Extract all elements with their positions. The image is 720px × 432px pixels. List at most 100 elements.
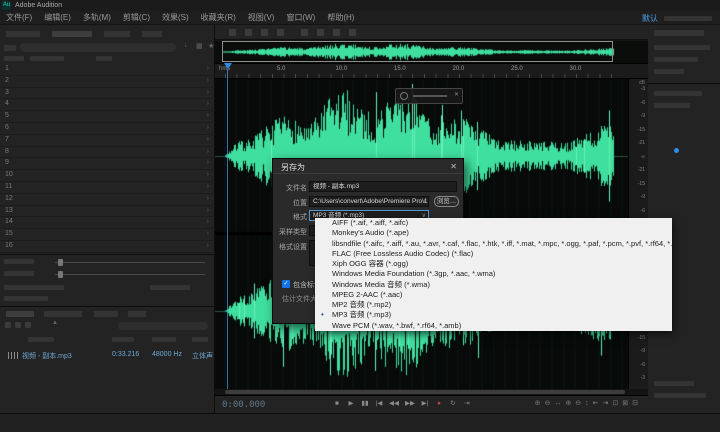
dialog-close-icon[interactable]: ✕: [450, 162, 457, 171]
open-file-icon[interactable]: [5, 322, 11, 328]
slot-arrow-icon[interactable]: ›: [207, 89, 209, 96]
slot-arrow-icon[interactable]: ›: [207, 207, 209, 214]
pause-button[interactable]: ▮▮: [361, 399, 369, 409]
volume-hud[interactable]: ✕: [395, 88, 463, 104]
spot-heal-tool-icon[interactable]: [301, 29, 308, 36]
slot-arrow-icon[interactable]: ›: [207, 195, 209, 202]
mix-slider-1-handle[interactable]: [58, 259, 63, 266]
zoom-full-button[interactable]: ⊟: [632, 399, 638, 409]
hud-slider[interactable]: [413, 95, 447, 97]
skip-to-end-button[interactable]: ▶|: [421, 399, 429, 409]
tab-media-browser[interactable]: [44, 311, 82, 317]
effects-rack-slot[interactable]: 14 ›: [0, 217, 215, 229]
mix-slider-2-handle[interactable]: [58, 271, 63, 278]
slot-arrow-icon[interactable]: ›: [207, 100, 209, 107]
tab-markers-panel[interactable]: [94, 311, 118, 317]
tab-favorites[interactable]: [104, 31, 130, 37]
preset-field[interactable]: [20, 43, 176, 52]
slot-arrow-icon[interactable]: ›: [207, 171, 209, 178]
effects-rack-slot[interactable]: 11 ›: [0, 182, 215, 194]
paintbrush-tool-icon[interactable]: [317, 29, 324, 36]
effects-rack-slot[interactable]: 1 ›: [0, 64, 215, 76]
new-file-icon[interactable]: [25, 322, 31, 328]
sort-icon[interactable]: ▲: [52, 320, 58, 326]
grid-icon[interactable]: ▦: [196, 42, 203, 50]
hud-close-icon[interactable]: ✕: [454, 91, 459, 98]
slot-arrow-icon[interactable]: ›: [207, 148, 209, 155]
format-option[interactable]: • AIFF (*.aif, *.aiff, *.aifc): [315, 218, 672, 228]
zoom-in-h-button[interactable]: ⊕: [565, 399, 571, 409]
col-header-duration[interactable]: [112, 337, 134, 342]
import-icon[interactable]: ↓: [184, 42, 188, 49]
format-option[interactable]: • Windows Media Foundation (*.3gp, *.aac…: [315, 269, 672, 279]
effects-rack-slot[interactable]: 7 ›: [0, 135, 215, 147]
effects-rack-slot[interactable]: 12 ›: [0, 194, 215, 206]
slot-arrow-icon[interactable]: ›: [207, 124, 209, 131]
playhead-marker[interactable]: [224, 63, 232, 69]
slot-arrow-icon[interactable]: ›: [207, 218, 209, 225]
slot-arrow-icon[interactable]: ›: [207, 136, 209, 143]
format-option[interactable]: • MP3 音频 (*.mp3): [315, 310, 672, 320]
zoom-reset-button[interactable]: ⊠: [622, 399, 628, 409]
tab-markers[interactable]: [142, 31, 162, 37]
playhead-line[interactable]: [227, 69, 228, 389]
col-header-samplerate[interactable]: [152, 337, 176, 342]
effects-rack-slot[interactable]: 2 ›: [0, 76, 215, 88]
zoom-out-button[interactable]: ⊖: [545, 399, 551, 409]
import-file-icon[interactable]: [15, 322, 21, 328]
skip-to-start-button[interactable]: |◀: [375, 399, 383, 409]
format-option[interactable]: • Monkey's Audio (*.ape): [315, 228, 672, 238]
slot-arrow-icon[interactable]: ›: [207, 65, 209, 72]
effects-rack-slot[interactable]: 5 ›: [0, 111, 215, 123]
favorite-star-icon[interactable]: ★: [208, 42, 214, 50]
selection-tool-icon[interactable]: [277, 29, 284, 36]
slot-arrow-icon[interactable]: ›: [207, 242, 209, 249]
format-option[interactable]: • FLAC (Free Lossless Audio Codec) (*.fl…: [315, 249, 672, 259]
loop-button[interactable]: ↻: [449, 399, 457, 409]
include-markers-checkbox[interactable]: ✓: [282, 280, 290, 288]
menu-item[interactable]: 编辑(E): [38, 11, 77, 25]
browse-button[interactable]: 浏览…: [434, 196, 459, 207]
right-panel-tab[interactable]: [654, 30, 704, 36]
chevron-down-icon[interactable]: ∨: [422, 198, 426, 207]
move-tool-icon[interactable]: [229, 29, 236, 36]
slot-arrow-icon[interactable]: ›: [207, 183, 209, 190]
workspace-extra-tab[interactable]: [664, 16, 712, 21]
tab-effects-rack[interactable]: [6, 31, 40, 37]
effects-rack-slot[interactable]: 3 ›: [0, 88, 215, 100]
effects-rack-slot[interactable]: 13 ›: [0, 206, 215, 218]
effects-rack-slot[interactable]: 15 ›: [0, 229, 215, 241]
menu-item[interactable]: 帮助(H): [321, 11, 360, 25]
rewind-button[interactable]: ◀◀: [389, 399, 399, 409]
mix-slider-2[interactable]: [55, 274, 205, 275]
format-option[interactable]: • Wave PCM (*.wav, *.bwf, *.rf64, *.amb): [315, 321, 672, 331]
parameter-dot[interactable]: [674, 148, 679, 153]
col-header-channels[interactable]: [192, 337, 208, 342]
effects-rack-slot[interactable]: 4 ›: [0, 99, 215, 111]
record-button[interactable]: ●: [435, 399, 443, 409]
files-search-field[interactable]: [118, 322, 208, 330]
slot-arrow-icon[interactable]: ›: [207, 159, 209, 166]
marquee-tool-icon[interactable]: [349, 29, 356, 36]
format-option[interactable]: • Xiph OGG 容器 (*.ogg): [315, 259, 672, 269]
zoom-v-button[interactable]: ↕: [585, 399, 589, 409]
stop-button[interactable]: ■: [333, 399, 341, 409]
play-button[interactable]: ▶: [347, 399, 355, 409]
effects-rack-slot[interactable]: 10 ›: [0, 170, 215, 182]
fast-forward-button[interactable]: ▶▶: [405, 399, 415, 409]
file-name-input[interactable]: 视频 - 副本.mp3: [309, 181, 457, 192]
file-name[interactable]: 视频 - 副本.mp3: [22, 351, 72, 361]
effects-rack-slot[interactable]: 8 ›: [0, 147, 215, 159]
mix-slider-1[interactable]: [55, 262, 205, 263]
zoom-sel-button[interactable]: ⊡: [612, 399, 618, 409]
slip-tool-icon[interactable]: [261, 29, 268, 36]
menu-item[interactable]: 收藏夹(R): [195, 11, 242, 25]
menu-item[interactable]: 多轨(M): [77, 11, 117, 25]
workspace-switcher[interactable]: 默认: [642, 13, 658, 24]
format-option[interactable]: • Windows Media 音频 (*.wma): [315, 280, 672, 290]
tab-history[interactable]: [128, 311, 146, 317]
volume-knob-icon[interactable]: [400, 92, 408, 100]
menu-item[interactable]: 视图(V): [242, 11, 281, 25]
col-header-name[interactable]: [28, 337, 54, 342]
tab-files[interactable]: [52, 31, 92, 37]
